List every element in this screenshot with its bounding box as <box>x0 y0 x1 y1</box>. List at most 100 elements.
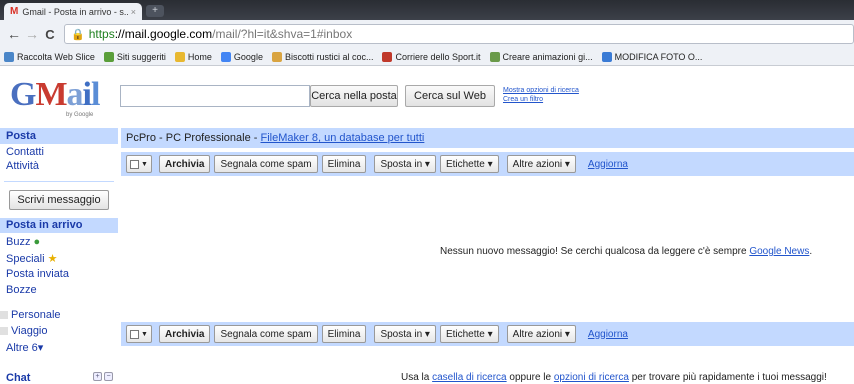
label-color-swatch <box>0 327 8 336</box>
chevron-down-icon: ▼ <box>141 160 148 168</box>
bookmark-favicon-icon <box>4 51 14 62</box>
move-to-button[interactable]: Sposta in ▾ <box>374 155 436 173</box>
web-clip-source: PcPro - PC Professionale - <box>126 132 261 144</box>
by-google-label: by Google <box>66 112 94 118</box>
select-dropdown[interactable]: ▼ <box>126 155 152 173</box>
lock-icon: 🔒 <box>71 28 85 41</box>
sidebar-item-speciali[interactable]: Speciali ★ <box>6 252 57 265</box>
bookmark-label: Biscotti rustici al coc... <box>284 51 374 62</box>
forward-arrow-icon[interactable]: → <box>24 26 40 42</box>
search-web-button[interactable]: Cerca sul Web <box>405 85 495 107</box>
checkbox-icon <box>130 329 140 339</box>
select-dropdown[interactable]: ▼ <box>126 325 152 343</box>
empty-inbox-end: . <box>809 246 813 257</box>
archive-button[interactable]: Archivia <box>159 155 211 173</box>
bookmark-label: MODIFICA FOTO O... <box>614 51 703 62</box>
sidebar-item-drafts[interactable]: Bozze <box>6 284 37 296</box>
refresh-link[interactable]: Aggiorna <box>588 329 628 340</box>
bookmark-item[interactable]: Google <box>220 51 263 62</box>
back-arrow-icon[interactable]: ← <box>6 26 22 42</box>
bookmark-label: Home <box>187 51 212 62</box>
search-tip-text: Usa la <box>401 372 433 383</box>
browser-tab-strip: M Gmail - Posta in arrivo - s... × + <box>0 0 854 20</box>
bookmark-item[interactable]: Siti suggeriti <box>103 51 166 62</box>
chat-expand-icon[interactable]: + <box>93 372 102 381</box>
more-actions-button[interactable]: Altre azioni ▾ <box>506 155 576 173</box>
more-actions-button[interactable]: Altre azioni ▾ <box>506 325 576 343</box>
sidebar-item-buzz[interactable]: Buzz ● <box>6 236 40 248</box>
search-tip: Usa la casella di ricerca oppure le opzi… <box>401 372 827 383</box>
bookmark-item[interactable]: MODIFICA FOTO O... <box>601 51 703 62</box>
search-options-link[interactable]: opzioni di ricerca <box>554 372 629 383</box>
create-filter-link[interactable]: Crea un filtro <box>503 95 579 104</box>
action-bar-bottom: ▼ Archivia Segnala come spam Elimina Spo… <box>121 322 854 346</box>
bookmark-favicon-icon <box>382 51 393 62</box>
browser-toolbar: ← → C 🔒 https://mail.google.com/mail/?hl… <box>0 20 854 48</box>
bookmark-label: Siti suggeriti <box>116 51 166 62</box>
delete-button[interactable]: Elimina <box>321 325 367 343</box>
show-search-options-link[interactable]: Mostra opzioni di ricerca <box>503 86 579 95</box>
sidebar-label-viaggio[interactable]: Viaggio <box>0 325 48 337</box>
report-spam-button[interactable]: Segnala come spam <box>214 155 318 173</box>
empty-inbox-message: Nessun nuovo messaggio! Se cerchi qualco… <box>440 246 812 257</box>
search-tip-text: oppure le <box>506 372 554 383</box>
sidebar-item-attivita[interactable]: Attività <box>6 160 39 172</box>
bookmark-favicon-icon <box>601 51 612 62</box>
google-news-link[interactable]: Google News <box>749 246 809 257</box>
bookmark-item[interactable]: Raccolta Web Slice <box>4 51 95 62</box>
sidebar-divider <box>4 181 114 182</box>
sidebar-item-posta[interactable]: Posta <box>0 128 118 144</box>
sidebar-item-label: Buzz <box>6 236 31 248</box>
tab-close-icon[interactable]: × <box>131 7 136 17</box>
bookmark-item[interactable]: Biscotti rustici al coc... <box>271 51 374 62</box>
move-to-button[interactable]: Sposta in ▾ <box>374 325 436 343</box>
buzz-icon: ● <box>33 236 41 248</box>
gmail-logo[interactable]: GMail <box>10 78 101 112</box>
bookmark-favicon-icon <box>174 51 185 62</box>
sidebar-item-contatti[interactable]: Contatti <box>6 146 44 158</box>
bookmark-favicon-icon <box>271 51 282 62</box>
sidebar-item-label: Viaggio <box>11 325 48 337</box>
url-host: ://mail.google.com <box>114 27 213 41</box>
labels-button[interactable]: Etichette ▾ <box>439 155 499 173</box>
labels-button[interactable]: Etichette ▾ <box>439 325 499 343</box>
bookmark-label: Raccolta Web Slice <box>17 51 95 62</box>
url-scheme: https <box>88 27 115 41</box>
compose-button[interactable]: Scrivi messaggio <box>9 190 109 210</box>
web-clip-link[interactable]: FileMaker 8, un database per tutti <box>261 132 425 144</box>
bookmark-item[interactable]: Corriere dello Sport.it <box>382 51 481 62</box>
sidebar-more-labels[interactable]: Altre 6▾ <box>6 341 43 354</box>
sidebar-label-personale[interactable]: Personale <box>0 309 61 321</box>
chat-controls: + − <box>93 372 113 381</box>
browser-tab-gmail[interactable]: M Gmail - Posta in arrivo - s... × <box>4 3 142 20</box>
sidebar-item-label: Personale <box>11 309 61 321</box>
search-box-link[interactable]: casella di ricerca <box>432 372 506 383</box>
label-color-swatch <box>0 311 8 320</box>
chat-collapse-icon[interactable]: − <box>104 372 113 381</box>
archive-button[interactable]: Archivia <box>159 325 211 343</box>
tab-title: Gmail - Posta in arrivo - s... <box>22 6 128 17</box>
search-tip-text: per trovare più rapidamente i tuoi messa… <box>628 372 827 383</box>
reload-icon[interactable]: C <box>42 27 58 42</box>
address-bar[interactable]: 🔒 https://mail.google.com/mail/?hl=it&sh… <box>64 24 854 44</box>
bookmark-item[interactable]: Creare animazioni gi... <box>489 51 593 62</box>
new-tab-button[interactable]: + <box>146 5 164 17</box>
sidebar-item-sent[interactable]: Posta inviata <box>6 268 69 280</box>
refresh-link[interactable]: Aggiorna <box>588 159 628 170</box>
sidebar-item-inbox[interactable]: Posta in arrivo <box>0 218 118 233</box>
web-clip-bar: PcPro - PC Professionale - FileMaker 8, … <box>121 128 854 148</box>
report-spam-button[interactable]: Segnala come spam <box>214 325 318 343</box>
bookmark-favicon-icon <box>220 51 231 62</box>
bookmark-favicon-icon <box>103 51 114 62</box>
action-bar-top: ▼ Archivia Segnala come spam Elimina Spo… <box>121 152 854 176</box>
search-options-links: Mostra opzioni di ricerca Crea un filtro <box>503 86 579 104</box>
search-mail-button[interactable]: Cerca nella posta <box>310 85 398 107</box>
url-path: /mail/?hl=it&shva=1#inbox <box>212 27 353 41</box>
bookmark-item[interactable]: Home <box>174 51 212 62</box>
delete-button[interactable]: Elimina <box>321 155 367 173</box>
bookmark-label: Creare animazioni gi... <box>502 51 593 62</box>
bookmarks-bar: Raccolta Web Slice Siti suggeriti Home Goog… <box>0 48 854 66</box>
chat-heading[interactable]: Chat <box>6 372 30 384</box>
mail-search-input[interactable] <box>120 85 310 107</box>
bookmark-favicon-icon <box>489 51 500 62</box>
